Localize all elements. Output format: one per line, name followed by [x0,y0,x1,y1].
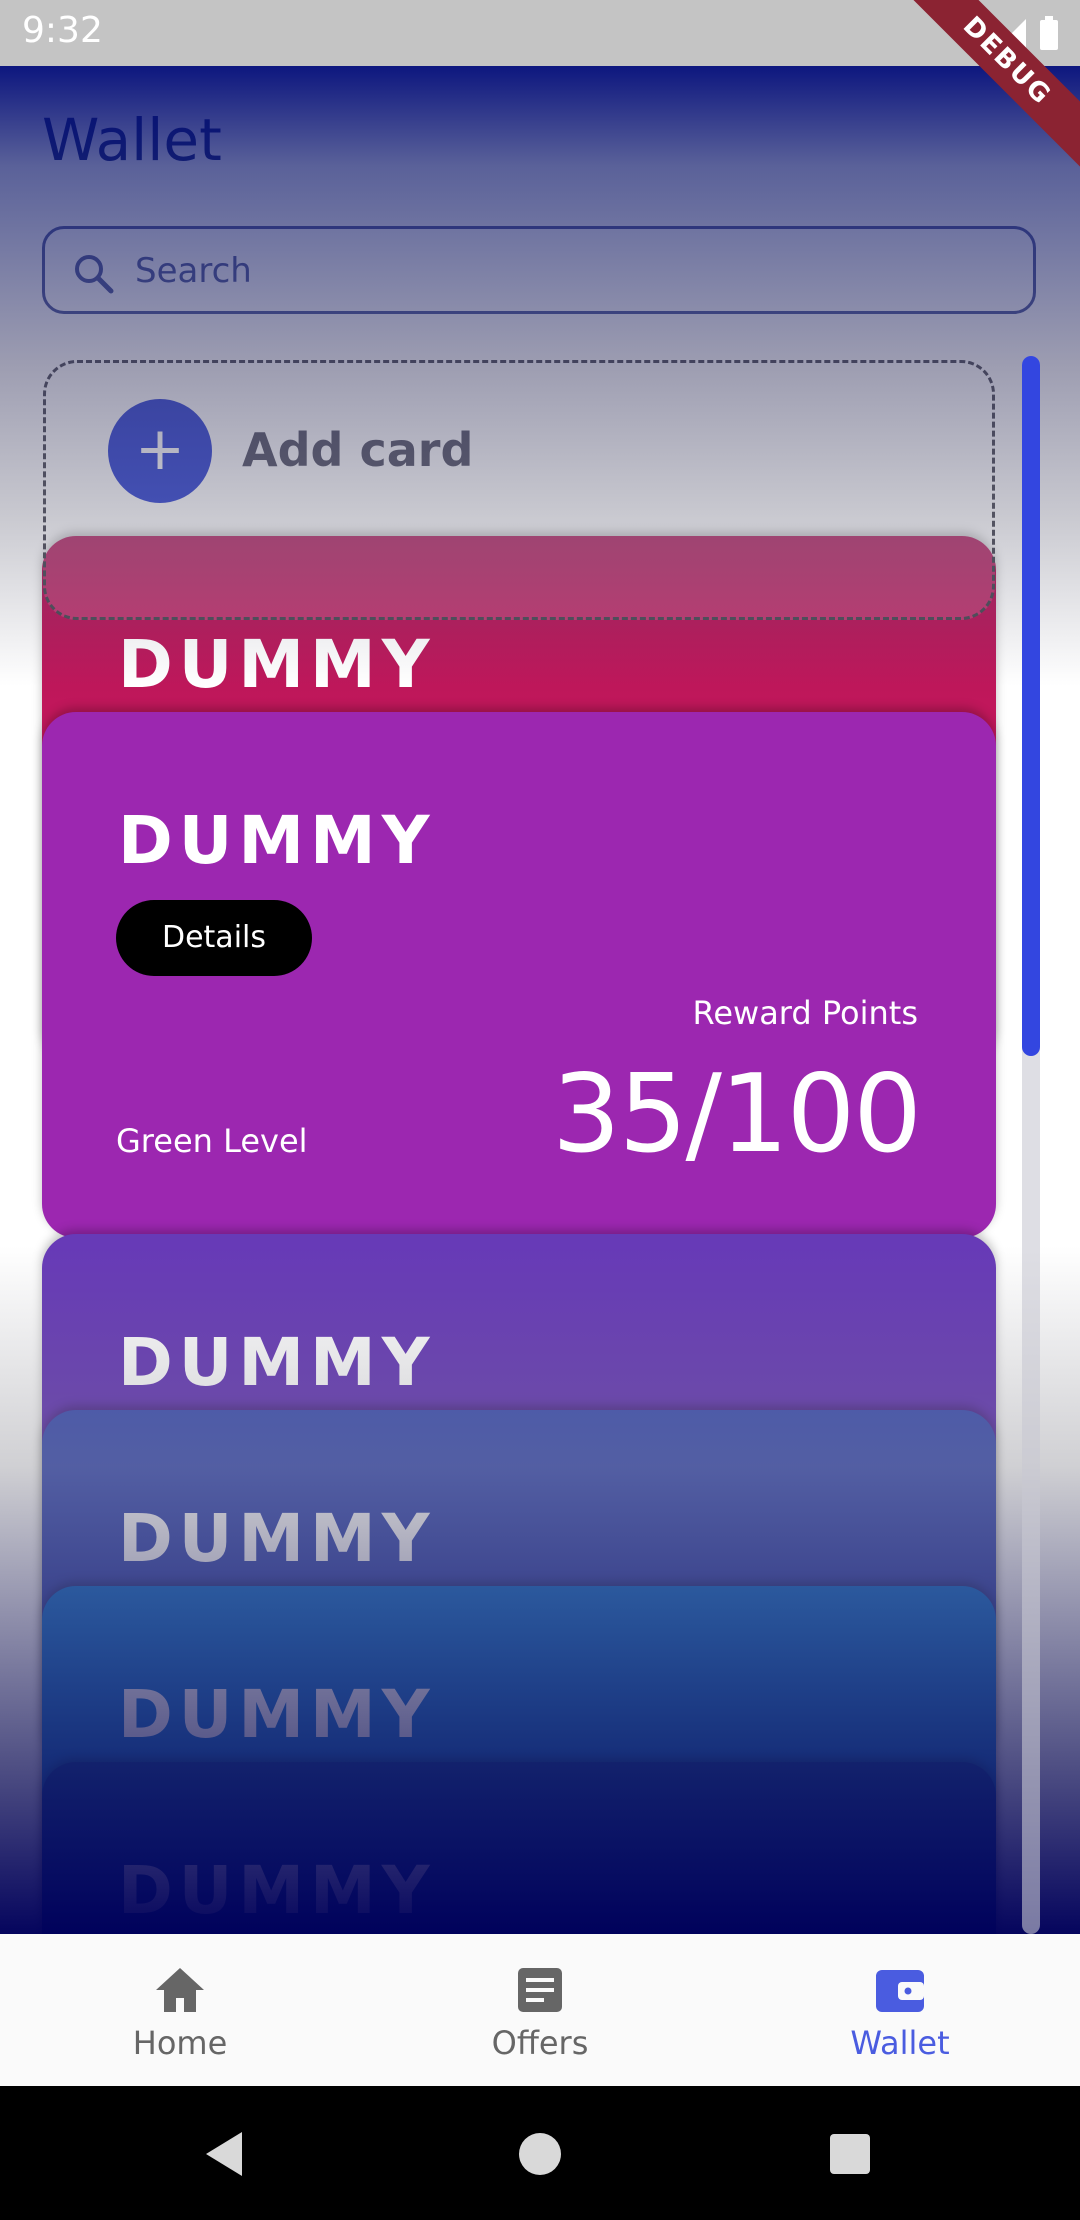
home-circle-icon[interactable] [510,2124,570,2184]
card-brand: DUMMY [118,1852,436,1929]
card-brand: DUMMY [118,1676,436,1753]
card-brand: DUMMY [118,1324,436,1401]
page-title: Wallet [42,106,222,174]
add-card-label: Add card [242,423,474,477]
level-label: Green Level [116,1122,308,1160]
wallet-card-active[interactable]: DUMMY Details Reward Points 35/100 Green… [42,712,996,1238]
status-time: 9:32 [22,10,103,51]
wallet-card[interactable]: DUMMY [42,1762,996,1934]
nav-label: Offers [491,2024,589,2062]
reward-points-value: 35/100 [552,1052,922,1177]
card-brand: DUMMY [118,626,436,703]
wallet-icon [876,1970,924,2012]
offers-icon [518,1968,562,2012]
wallet-screen: Wallet Search + Add card DUMMY DUMMY Det… [0,66,1080,1934]
add-card-button[interactable]: + Add card [43,360,995,620]
status-bar: 9:32 [0,0,1080,66]
bottom-navigation: Home Offers Wallet [0,1934,1080,2086]
back-icon[interactable] [196,2124,256,2184]
card-brand: DUMMY [118,802,436,879]
details-button[interactable]: Details [116,900,312,976]
scrollbar[interactable] [1022,356,1040,1934]
plus-icon: + [108,399,212,503]
home-icon [156,1968,204,2012]
nav-item-home[interactable]: Home [80,1960,280,2062]
system-navigation-bar [0,2086,1080,2220]
nav-label: Home [132,2024,228,2062]
reward-points-label: Reward Points [692,994,918,1032]
scrollbar-thumb[interactable] [1022,356,1040,1056]
nav-item-wallet[interactable]: Wallet [800,1960,1000,2062]
battery-icon [1040,16,1058,50]
search-input[interactable]: Search [42,226,1036,314]
recents-icon[interactable] [820,2124,880,2184]
nav-item-offers[interactable]: Offers [440,1960,640,2062]
card-brand: DUMMY [118,1500,436,1577]
nav-label: Wallet [850,2024,950,2062]
search-icon [75,255,114,294]
search-placeholder: Search [135,251,252,291]
